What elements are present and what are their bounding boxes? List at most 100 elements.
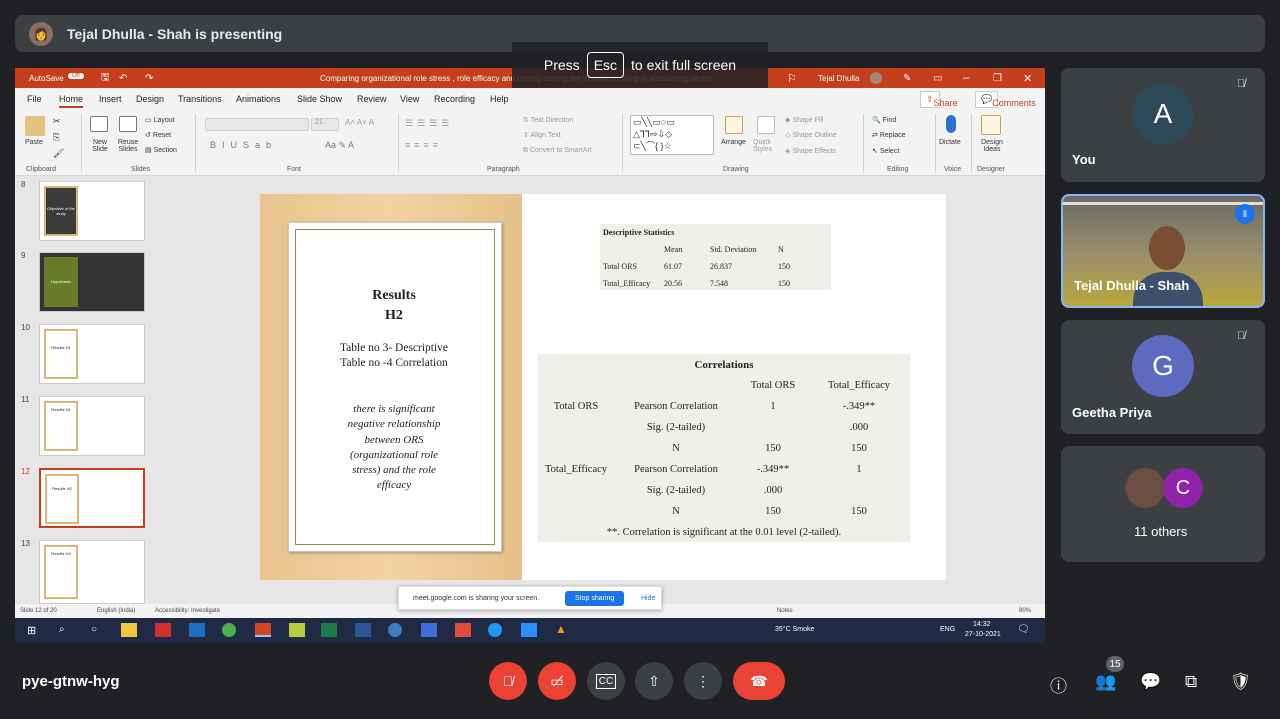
vlc-icon[interactable]: ▲	[555, 622, 567, 636]
excel-icon[interactable]	[321, 623, 337, 637]
comments-button[interactable]: 💬 Comments	[975, 91, 1036, 108]
app-icon[interactable]	[455, 623, 471, 637]
menu-file[interactable]: File	[27, 94, 42, 104]
replace-button[interactable]: ⇄ Replace	[872, 131, 906, 139]
font-size-field[interactable]: 21	[311, 118, 339, 131]
reuse-slides-icon[interactable]	[119, 116, 137, 132]
user-avatar[interactable]	[870, 72, 882, 84]
powerpoint-icon[interactable]	[255, 623, 271, 637]
captions-button[interactable]: CC	[587, 662, 625, 700]
cut-icon[interactable]: ✂	[53, 116, 61, 127]
copy-icon[interactable]: ⎘	[53, 132, 60, 143]
reset-button[interactable]: ↺ Reset	[145, 131, 171, 139]
participant-tile-geetha[interactable]: G 🎙̸ Geetha Priya	[1061, 320, 1265, 434]
app-icon[interactable]	[388, 623, 402, 637]
file-explorer-icon[interactable]	[121, 623, 137, 637]
align-icons[interactable]: ≡≡≡≡	[405, 140, 442, 150]
autosave-toggle[interactable]: Off	[68, 73, 84, 79]
smartart-button[interactable]: ⧉ Convert to SmartArt	[523, 147, 592, 155]
notes-app-icon[interactable]	[289, 623, 305, 637]
host-controls-icon[interactable]: 🛡	[1230, 672, 1252, 692]
format-painter-icon[interactable]: 🖌	[53, 148, 64, 159]
task-view-icon[interactable]: ○	[91, 624, 97, 635]
pen-icon[interactable]: ✎	[903, 73, 911, 84]
notes-button[interactable]: Notes	[777, 608, 793, 614]
section-button[interactable]: ▤ Section	[145, 146, 177, 154]
participant-tile-others[interactable]: C 11 others	[1061, 446, 1265, 562]
outlook-icon[interactable]	[189, 623, 205, 637]
weather[interactable]: 35°C Smoke	[775, 626, 814, 633]
thumbnail-slide-8[interactable]: Objective of the study	[39, 181, 145, 241]
thumbnail-slide-9[interactable]: Hypothesis	[39, 252, 145, 312]
menu-design[interactable]: Design	[136, 94, 164, 104]
minimize-icon[interactable]: –	[963, 72, 969, 84]
shape-effects-button[interactable]: ◈ Shape Effects	[785, 147, 836, 155]
ribbon-display-icon[interactable]: ▭	[933, 73, 942, 84]
zoom-icon[interactable]	[521, 623, 537, 637]
font-color-icons[interactable]: Aa ✎ A	[325, 140, 354, 151]
thumbnail-slide-11[interactable]: Results H1	[39, 396, 145, 456]
clock-date[interactable]: 27-10-2021	[965, 631, 1001, 638]
maximize-icon[interactable]: ❐	[993, 73, 1002, 84]
new-slide-icon[interactable]	[90, 116, 108, 132]
chat-icon[interactable]: 💬	[1140, 672, 1161, 692]
hide-button[interactable]: Hide	[641, 595, 655, 602]
design-ideas-icon[interactable]	[981, 115, 1001, 135]
people-icon[interactable]: 👥	[1095, 672, 1116, 692]
input-language[interactable]: ENG	[940, 626, 955, 633]
activities-icon[interactable]: ⧉	[1185, 672, 1197, 692]
app-icon[interactable]	[421, 623, 437, 637]
mic-toggle-button[interactable]: 🎙̸	[489, 662, 527, 700]
accessibility[interactable]: Accessibility: Investigate	[155, 608, 220, 614]
close-icon[interactable]: ✕	[1023, 72, 1032, 85]
layout-button[interactable]: ▭ Layout	[145, 116, 175, 124]
meeting-info-icon[interactable]: ⓘ	[1050, 672, 1067, 697]
quick-styles-icon[interactable]	[757, 116, 775, 134]
select-button[interactable]: ↖ Select	[872, 147, 899, 155]
shape-fill-button[interactable]: ◆ Shape Fill	[785, 116, 823, 124]
share-button[interactable]: ⇪ Share	[920, 91, 958, 108]
leave-call-button[interactable]: ☎	[733, 662, 785, 700]
acrobat-icon[interactable]	[155, 623, 171, 637]
thumbnail-slide-13[interactable]: Results H3	[39, 540, 145, 604]
save-icon[interactable]: 🖫	[101, 70, 110, 87]
list-icons[interactable]: ☰☰☰☰	[405, 118, 453, 129]
notifications-icon[interactable]: 🗨	[1017, 624, 1030, 635]
clock-time[interactable]: 14:32	[973, 621, 991, 628]
menu-animations[interactable]: Animations	[236, 94, 281, 104]
align-text-button[interactable]: ⇕ Align Text	[523, 131, 561, 139]
windows-start-icon[interactable]: ⊞	[27, 624, 36, 637]
participant-tile-you[interactable]: A 🎙̸ You	[1061, 68, 1265, 182]
menu-insert[interactable]: Insert	[99, 94, 122, 104]
lightbulb-icon[interactable]: ⚐	[787, 72, 797, 85]
chrome-icon[interactable]	[222, 623, 236, 637]
shape-outline-button[interactable]: ◇ Shape Outline	[785, 131, 837, 139]
camera-toggle-button[interactable]: ▭̸	[538, 662, 576, 700]
menu-help[interactable]: Help	[490, 94, 509, 104]
menu-recording[interactable]: Recording	[434, 94, 475, 104]
participant-tile-presenter[interactable]: ⦀ Tejal Dhulla - Shah	[1061, 194, 1265, 308]
zoom-level[interactable]: 80%	[1019, 608, 1031, 614]
thumbnail-slide-10[interactable]: Results H1	[39, 324, 145, 384]
font-name-field[interactable]	[205, 118, 309, 131]
arrange-icon[interactable]	[725, 116, 743, 134]
stop-sharing-button[interactable]: Stop sharing	[565, 591, 625, 606]
menu-transitions[interactable]: Transitions	[178, 94, 222, 104]
redo-icon[interactable]: ↷	[145, 73, 153, 84]
font-format-icons[interactable]: BIUSab	[210, 140, 277, 150]
menu-slideshow[interactable]: Slide Show	[297, 94, 342, 104]
present-button[interactable]: ⇧	[635, 662, 673, 700]
shapes-gallery[interactable]: ▭╲╲▭○▭ △⅂⅂⇨⇩◇ ⊂╲⌒{ }☆	[630, 115, 714, 155]
microphone-icon[interactable]	[946, 115, 956, 133]
search-icon[interactable]: ⌕	[59, 624, 65, 635]
find-button[interactable]: 🔍 Find	[872, 116, 896, 124]
more-options-button[interactable]: ⋮	[684, 662, 722, 700]
undo-icon[interactable]: ↶	[119, 73, 127, 84]
thumbnail-slide-12-selected[interactable]: Results H2	[39, 468, 145, 528]
language[interactable]: English (India)	[97, 608, 135, 614]
teamviewer-icon[interactable]	[488, 623, 502, 637]
font-grow-icon[interactable]: A˄ A˅ A	[345, 118, 374, 127]
menu-home[interactable]: Home	[59, 94, 84, 108]
menu-view[interactable]: View	[400, 94, 419, 104]
word-icon[interactable]	[355, 623, 371, 637]
